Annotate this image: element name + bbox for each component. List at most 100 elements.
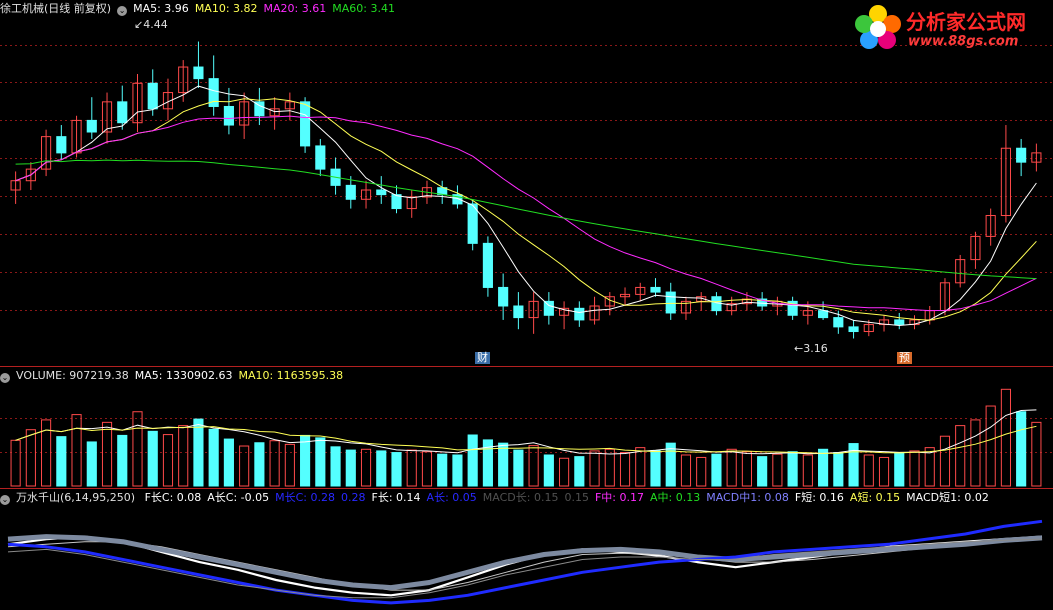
logo-title: 分析家公式网: [906, 10, 1026, 34]
candle-body: [543, 300, 554, 316]
candle-body: [482, 242, 493, 288]
indicator-item: MACD长: 0.15: [482, 491, 559, 504]
volume-bar: [101, 421, 113, 487]
indicator-name: 万水千山(6,14,95,250): [16, 491, 136, 504]
volume-bar: [696, 456, 707, 487]
volume-bar: [330, 446, 341, 487]
volume-bar: [833, 452, 844, 487]
volume-label: VOLUME: 907219.38: [16, 369, 129, 382]
volume-bar: [223, 438, 234, 487]
ma20-label: MA20: 3.61: [263, 2, 327, 15]
volume-bar: [604, 448, 615, 487]
indicator-item: F长C: 0.08: [144, 491, 202, 504]
volume-bar: [635, 447, 646, 487]
high-price-label: ↙4.44: [134, 18, 168, 31]
ma60-line: [15, 159, 1037, 280]
volume-bar: [498, 442, 509, 487]
volume-bar: [939, 435, 951, 487]
candle-body: [86, 119, 97, 133]
volume-bar: [955, 425, 966, 487]
candle-body: [56, 136, 67, 154]
logo-url: www.88gs.com: [908, 34, 1019, 49]
ma60-label: MA60: 3.41: [332, 2, 395, 15]
volume-bar: [909, 450, 920, 487]
chevron-down-icon[interactable]: ⌄: [0, 495, 10, 505]
forecast-marker[interactable]: 预: [897, 352, 912, 364]
candle-body: [650, 286, 661, 293]
volume-bar: [452, 454, 463, 487]
volume-bar: [208, 428, 219, 487]
candle-body: [147, 82, 158, 110]
candle-body: [665, 291, 676, 314]
volume-bar: [863, 454, 874, 487]
volume-bar: [543, 454, 554, 487]
volume-bar: [894, 452, 905, 487]
candle-body: [848, 326, 859, 333]
volume-bar: [162, 434, 174, 487]
chart-canvas[interactable]: [0, 0, 1053, 610]
site-logo: 分析家公式网 www.88gs.com: [852, 2, 1052, 54]
volume-bar: [818, 448, 829, 487]
volume-bar: [25, 429, 36, 487]
volume-bar: [117, 434, 128, 487]
volume-bar: [147, 430, 158, 487]
volume-bar: [406, 449, 417, 487]
volume-bar: [772, 453, 783, 487]
indicator-item: 0.28: [341, 491, 366, 504]
indicator-item: MACD中1: 0.08: [706, 491, 789, 504]
volume-bar: [1031, 421, 1042, 487]
indicator-item: F中: 0.17: [594, 491, 644, 504]
volume-bar: [513, 449, 524, 487]
candle-body: [345, 184, 356, 200]
candle-body: [376, 189, 387, 196]
volume-bar: [376, 450, 387, 487]
ma10-line: [15, 98, 1037, 321]
ma10-label: MA10: 3.82: [194, 2, 258, 15]
indicator-item: 0.15: [564, 491, 589, 504]
low-price-label: ←3.16: [794, 342, 828, 355]
indicator-item: F短: 0.16: [794, 491, 844, 504]
volume-bar: [650, 450, 661, 487]
volume-bar: [86, 441, 97, 487]
indicator-line: [7, 519, 1043, 605]
volume-bar: [467, 434, 478, 487]
chevron-down-icon[interactable]: ⌄: [0, 373, 10, 383]
volume-bar: [56, 436, 67, 487]
volume-bar: [665, 442, 676, 487]
volume-bar: [178, 425, 189, 487]
volume-bar: [559, 457, 570, 487]
flower-logo-icon: [855, 5, 901, 49]
volume-bar: [1000, 388, 1011, 487]
candle-body: [1016, 147, 1027, 163]
ma5-label: MA5: 3.96: [133, 2, 189, 15]
volume-bar: [391, 452, 402, 487]
candle-body: [894, 319, 905, 326]
volume-ma10-line: [15, 425, 1037, 454]
volume-bar: [360, 448, 372, 487]
volume-bar: [254, 442, 265, 487]
volume-bar: [878, 456, 890, 487]
indicator-item: MACD短1: 0.02: [906, 491, 989, 504]
volume-bar: [269, 440, 280, 487]
volume-bar: [345, 449, 356, 487]
volume-ma5-line: [15, 409, 1037, 455]
volume-ma10-label: MA10: 1163595.38: [238, 369, 344, 382]
volume-bar: [71, 414, 82, 487]
volume-bar: [300, 434, 311, 487]
indicator-item: M长C: 0.28: [275, 491, 336, 504]
volume-bar: [680, 454, 692, 487]
candle-body: [391, 194, 402, 210]
chevron-down-icon[interactable]: ⌄: [117, 6, 128, 16]
candle-body: [833, 317, 844, 328]
financial-report-marker[interactable]: 财: [475, 352, 490, 364]
candle-body: [300, 101, 311, 147]
volume-bar: [802, 454, 813, 487]
indicator-item: A短: 0.15: [849, 491, 901, 504]
volume-bar: [315, 437, 326, 487]
volume-bar: [528, 445, 539, 487]
indicator-item: A长C: -0.05: [207, 491, 270, 504]
candle-body: [117, 101, 128, 124]
volume-ma5-label: MA5: 1330902.63: [134, 369, 233, 382]
candle-body: [513, 305, 524, 319]
indicator-header: ⌄ 万水千山(6,14,95,250) F长C: 0.08 A长C: -0.05 M长…: [0, 491, 995, 505]
